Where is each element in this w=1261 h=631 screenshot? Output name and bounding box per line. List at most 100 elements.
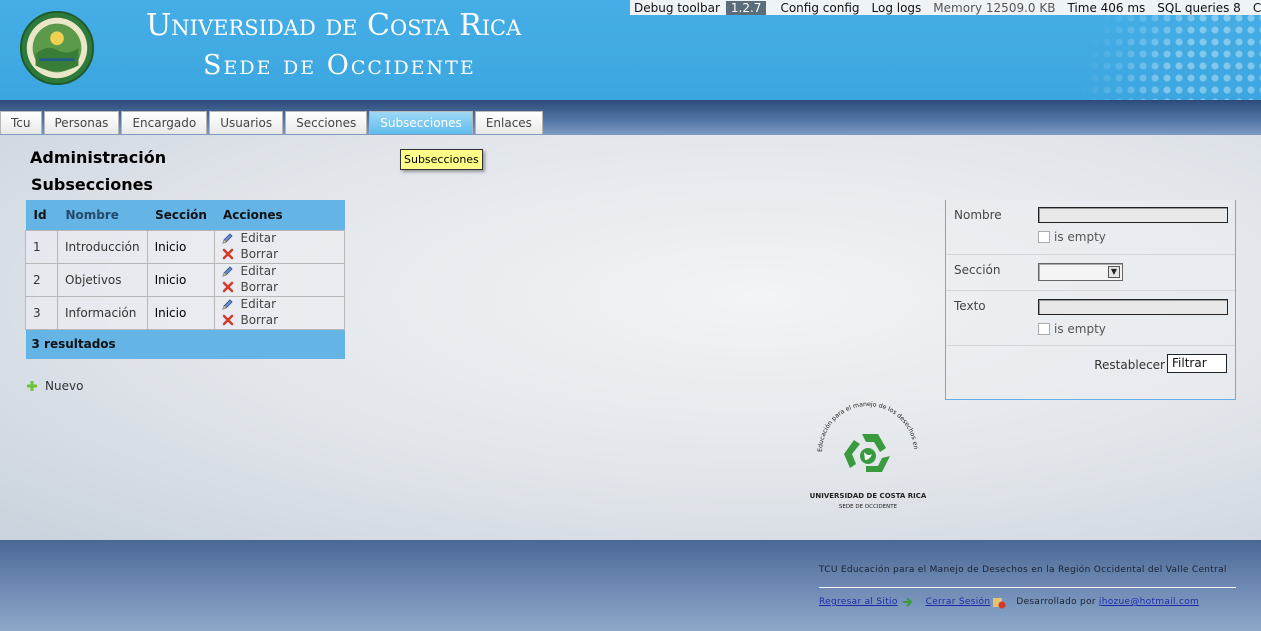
plus-icon <box>27 381 37 391</box>
logo-arc-text: Educación para el manejo de los desechos… <box>808 400 919 452</box>
cell-id: 2 <box>25 262 58 297</box>
filter-button[interactable]: Filtrar <box>1167 354 1227 373</box>
edit-button[interactable]: Editar <box>222 231 276 245</box>
cell-seccion: Inicio <box>146 295 216 330</box>
delete-button[interactable]: Borrar <box>222 247 278 261</box>
filter-texto-empty-checkbox[interactable]: is empty <box>1038 322 1106 336</box>
table-row: 2 Objetivos Inicio Editar Borrar <box>25 262 345 297</box>
is-empty-label: is empty <box>1054 322 1106 336</box>
tab-list: Tcu Personas Encargado Usuarios Seccione… <box>0 111 545 134</box>
recycle-logo: Educación para el manejo de los desechos… <box>808 400 927 510</box>
header-dots-decoration <box>1041 0 1261 100</box>
results-count: 3 resultados <box>25 329 345 359</box>
logo-university-text: UNIVERSIDAD DE COSTA RICA <box>810 492 927 500</box>
tab-enlaces[interactable]: Enlaces <box>474 111 543 134</box>
debug-close-link[interactable]: Close <box>1247 1 1261 15</box>
main-content: Administración Subsecciones Subsecciones… <box>0 135 1261 540</box>
table-row: 3 Información Inicio Editar Borrar <box>25 295 345 330</box>
filter-row-nombre: Nombre is empty <box>946 200 1235 255</box>
filter-nombre-input[interactable] <box>1038 207 1228 223</box>
debug-config-link[interactable]: Config config <box>774 1 865 15</box>
arrow-right-icon <box>902 597 913 607</box>
filter-seccion-label: Sección <box>954 263 1001 277</box>
column-header-nombre[interactable]: Nombre <box>57 200 148 230</box>
new-label: Nuevo <box>45 379 84 393</box>
is-empty-label: is empty <box>1054 230 1106 244</box>
footer: TCU Educación para el Manejo de Desechos… <box>0 540 1261 631</box>
cell-nombre: Información <box>57 295 148 330</box>
pencil-icon <box>222 265 234 277</box>
cell-seccion: Inicio <box>146 262 216 297</box>
debug-log-link[interactable]: Log logs <box>866 1 928 15</box>
tab-secciones[interactable]: Secciones <box>285 111 368 134</box>
page-subtitle: Subsecciones <box>31 175 153 194</box>
tab-tcu[interactable]: Tcu <box>0 111 42 134</box>
column-header-acciones: Acciones <box>214 200 345 230</box>
filter-texto-input[interactable] <box>1038 299 1228 315</box>
delete-label: Borrar <box>240 279 279 294</box>
university-title: Universidad de Costa Rica <box>146 8 522 43</box>
column-header-seccion: Sección <box>147 200 215 230</box>
edit-label: Editar <box>240 263 277 278</box>
pencil-icon <box>222 298 234 310</box>
campus-title: Sede de Occidente <box>203 50 476 81</box>
tooltip: Subsecciones <box>400 149 483 170</box>
chevron-down-icon: ▼ <box>1108 266 1120 278</box>
page-title: Administración <box>30 148 167 167</box>
filter-panel: Nombre is empty Sección ▼ Texto is empty… <box>945 200 1236 400</box>
column-header-id: Id <box>25 200 58 230</box>
cell-nombre: Objetivos <box>57 262 148 297</box>
debug-time-link[interactable]: Time 406 ms <box>1061 1 1151 15</box>
debug-toolbar-label[interactable]: Debug toolbar <box>630 1 726 15</box>
developed-by-label: Desarrollado por <box>1016 597 1096 607</box>
logout-link[interactable]: Cerrar Sesión <box>926 597 991 607</box>
filter-actions-row: Restablecer Filtrar <box>946 346 1235 384</box>
back-to-site-link[interactable]: Regresar al Sitio <box>819 597 898 607</box>
table-header-row: Id Nombre Sección Acciones <box>25 200 345 230</box>
tab-personas[interactable]: Personas <box>43 111 120 134</box>
tab-encargado[interactable]: Encargado <box>121 111 208 134</box>
table-row: 1 Introducción Inicio Editar Borrar <box>25 229 345 264</box>
delete-label: Borrar <box>240 312 279 327</box>
svg-text:Educación para el manejo de lo: Educación para el manejo de los desechos… <box>808 400 919 452</box>
university-seal-logo <box>19 10 95 86</box>
tab-usuarios[interactable]: Usuarios <box>209 111 284 134</box>
cell-seccion: Inicio <box>146 229 216 264</box>
reset-button[interactable]: Restablecer <box>1094 358 1165 372</box>
table-footer-row: 3 resultados <box>25 329 345 359</box>
debug-toolbar: Debug toolbar 1.2.7 Config config Log lo… <box>630 0 1261 15</box>
footer-links: Regresar al Sitio Cerrar Sesión Desarrol… <box>819 595 1199 609</box>
debug-sql-link[interactable]: SQL queries 8 <box>1151 1 1247 15</box>
delete-button[interactable]: Borrar <box>222 313 278 327</box>
delete-button[interactable]: Borrar <box>222 280 278 294</box>
header: Universidad de Costa Rica Sede de Occide… <box>0 0 1261 100</box>
footer-divider <box>819 587 1236 588</box>
tab-bar: Tcu Personas Encargado Usuarios Seccione… <box>0 100 1261 135</box>
edit-label: Editar <box>240 230 277 245</box>
debug-memory: Memory 12509.0 KB <box>933 0 1056 15</box>
cell-acciones: Editar Borrar <box>214 229 345 264</box>
tab-subsecciones[interactable]: Subsecciones <box>369 111 473 134</box>
edit-label: Editar <box>240 296 277 311</box>
edit-button[interactable]: Editar <box>222 297 276 311</box>
filter-seccion-select[interactable]: ▼ <box>1038 263 1123 281</box>
edit-button[interactable]: Editar <box>222 264 276 278</box>
subsecciones-table: Id Nombre Sección Acciones 1 Introducció… <box>25 200 345 359</box>
delete-x-icon <box>223 314 234 325</box>
delete-label: Borrar <box>240 246 279 261</box>
filter-nombre-empty-checkbox[interactable]: is empty <box>1038 230 1106 244</box>
cell-id: 3 <box>25 295 58 330</box>
filter-texto-label: Texto <box>954 299 986 313</box>
new-button[interactable]: Nuevo <box>26 379 83 393</box>
cell-id: 1 <box>25 229 58 264</box>
delete-x-icon <box>223 281 234 292</box>
logo-sede-text: SEDE DE OCCIDENTE <box>839 504 898 510</box>
cell-acciones: Editar Borrar <box>214 295 345 330</box>
developer-email-link[interactable]: jhozue@hotmail.com <box>1099 597 1199 607</box>
pencil-icon <box>222 232 234 244</box>
filter-nombre-label: Nombre <box>954 208 1002 222</box>
checkbox-box <box>1038 231 1050 243</box>
filter-row-seccion: Sección ▼ <box>946 255 1235 291</box>
cell-nombre: Introducción <box>57 229 148 264</box>
checkbox-box <box>1038 323 1050 335</box>
